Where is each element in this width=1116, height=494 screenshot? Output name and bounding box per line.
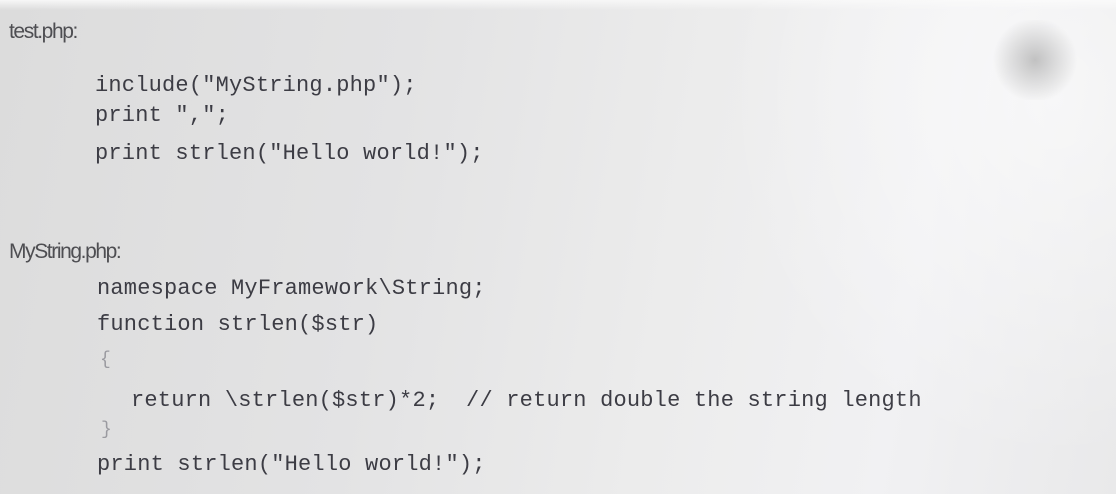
code-line-namespace: namespace MyFramework\String; xyxy=(97,276,486,301)
code-line-include: include("MyString.php"); xyxy=(95,73,417,98)
code-line-return: return \strlen($str)*2; // return double… xyxy=(131,388,922,413)
file-label-mystring-php: MyString.php: xyxy=(9,240,122,263)
close-brace: } xyxy=(101,420,112,440)
code-line-function-declaration: function strlen($str) xyxy=(97,312,379,337)
code-line-print-comma: print ","; xyxy=(95,103,230,128)
paper-top-edge xyxy=(0,0,1116,10)
open-brace: { xyxy=(100,350,111,370)
code-document: test.php: include("MyString.php"); print… xyxy=(0,0,1116,494)
file-label-test-php: test.php: xyxy=(9,20,78,43)
code-line-print-strlen-2: print strlen("Hello world!"); xyxy=(97,452,486,477)
code-line-print-strlen: print strlen("Hello world!"); xyxy=(95,141,484,166)
